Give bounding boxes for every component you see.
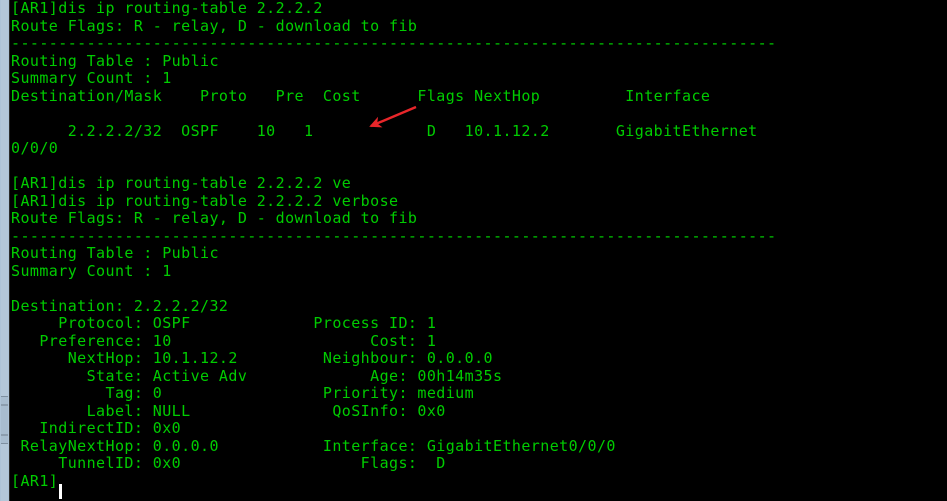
console-line: Routing Table : Public — [11, 51, 219, 70]
route-table-header-line: Destination/Mask Proto Pre Cost Flags Ne… — [11, 86, 711, 105]
route-table-row-wrap-line: 0/0/0 — [11, 139, 59, 157]
console-separator-line: ----------------------------------------… — [11, 34, 777, 52]
verbose-field-line: Protocol: OSPF Process ID: 1 — [11, 314, 437, 332]
verbose-field-line: TunnelID: 0x0 Flags: D — [11, 454, 446, 472]
console-command-line: [AR1]dis ip routing-table 2.2.2.2 ve — [11, 174, 352, 192]
terminal-cursor — [59, 484, 62, 499]
console-line: Summary Count : 1 — [11, 69, 172, 87]
console-line: Routing Table : Public — [11, 244, 219, 262]
scrollbar-thumb-mark — [1, 434, 8, 436]
console-output[interactable]: [AR1]dis ip routing-table 2.2.2.2 Route F… — [11, 0, 947, 490]
console-line: Summary Count : 1 — [11, 261, 172, 280]
verbose-field-line: State: Active Adv Age: 00h14m35s — [11, 366, 503, 385]
scrollbar-thumb-mark — [1, 404, 8, 406]
verbose-field-line: NextHop: 10.1.12.2 Neighbour: 0.0.0.0 — [11, 349, 493, 367]
route-table-row-line: 2.2.2.2/32 OSPF 10 1 D 10.1.12.2 Gigabit… — [11, 121, 758, 140]
console-line: Route Flags: R - relay, D - download to … — [11, 209, 418, 227]
verbose-field-line: Preference: 10 Cost: 1 — [11, 331, 437, 350]
console-command-line: [AR1]dis ip routing-table 2.2.2.2 verbos… — [11, 191, 399, 210]
console-line: Route Flags: R - relay, D - download to … — [11, 16, 418, 35]
verbose-field-line: RelayNextHop: 0.0.0.0 Interface: Gigabit… — [11, 436, 616, 455]
vertical-scrollbar[interactable] — [0, 0, 10, 501]
verbose-field-line: Label: NULL QoSInfo: 0x0 — [11, 401, 446, 420]
console-separator-line: ----------------------------------------… — [11, 226, 777, 245]
console-line: [AR1]dis ip routing-table 2.2.2.2 — [11, 0, 323, 17]
verbose-field-line: Tag: 0 Priority: medium — [11, 384, 475, 402]
console-prompt-line: [AR1] — [11, 471, 59, 490]
verbose-field-line: IndirectID: 0x0 — [11, 419, 182, 437]
verbose-destination-line: Destination: 2.2.2.2/32 — [11, 296, 229, 315]
terminal-window[interactable]: [AR1]dis ip routing-table 2.2.2.2 Route F… — [0, 0, 947, 501]
